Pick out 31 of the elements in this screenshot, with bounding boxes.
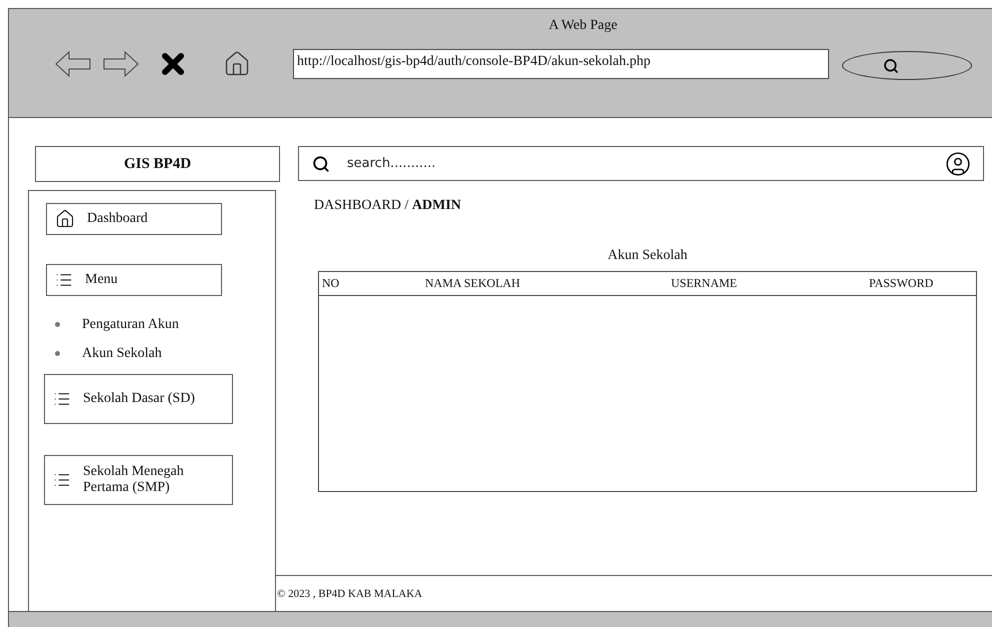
home-icon (55, 209, 75, 229)
table-title: Akun Sekolah (606, 248, 688, 264)
column-header: PASSWORD (868, 276, 934, 291)
column-header: NO (321, 276, 340, 291)
back-arrow-icon[interactable] (55, 50, 91, 76)
sidebar-item[interactable]: Sekolah Dasar (SD) (44, 374, 233, 424)
breadcrumb: DASHBOARD / ADMIN (314, 198, 462, 214)
sidebar-item-label: Sekolah Menegah Pertama (SMP) (83, 464, 185, 496)
sidebar-item[interactable]: Menu (46, 264, 222, 296)
sidebar-item-label: Sekolah Dasar (SD) (83, 391, 196, 407)
forward-arrow-icon[interactable] (103, 50, 139, 76)
search-icon (312, 154, 330, 172)
sidebar-item[interactable]: Dashboard (46, 203, 222, 235)
search-bar[interactable]: search........... (298, 146, 984, 181)
window-title: A Web Page (548, 18, 618, 35)
home-icon[interactable] (223, 50, 251, 78)
bullet-icon (55, 351, 60, 356)
column-header: USERNAME (670, 276, 738, 291)
brand-title: GIS BP4D (35, 146, 280, 182)
sidebar-link[interactable]: Pengaturan Akun (82, 316, 179, 332)
user-avatar-icon[interactable] (945, 150, 971, 176)
sidebar-item-label: Menu (85, 272, 118, 288)
search-button[interactable] (842, 51, 972, 80)
sidebar-item-label: Dashboard (87, 211, 148, 227)
sidebar-item[interactable]: Sekolah Menegah Pertama (SMP) (44, 455, 233, 505)
search-icon (883, 58, 899, 74)
bullet-icon (55, 322, 60, 327)
footer-text: © 2023 , BP4D KAB MALAKA (277, 588, 422, 600)
address-field[interactable]: http://localhost/gis-bp4d/auth/console-BP4D/akun-sekolah.php (293, 48, 829, 78)
column-header: NAMA SEKOLAH (424, 276, 522, 291)
sidebar-link[interactable]: Akun Sekolah (82, 346, 162, 362)
